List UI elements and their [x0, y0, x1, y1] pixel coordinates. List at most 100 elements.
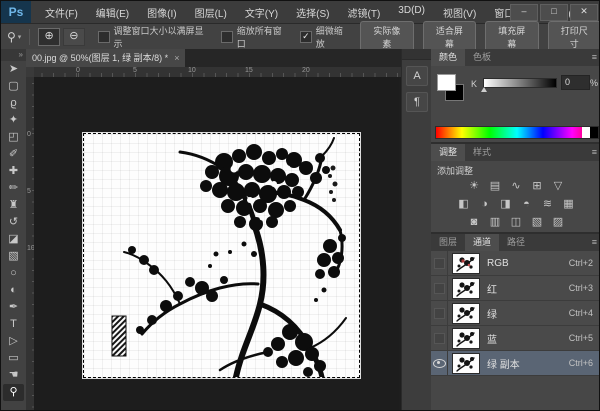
checkbox-box-checked[interactable]: ✓ — [299, 30, 312, 43]
dock-collapse-header[interactable] — [402, 49, 432, 60]
adj-color-lookup-icon[interactable]: ▦ — [561, 197, 576, 212]
menu-item-3d[interactable]: 3D(D) — [390, 2, 433, 23]
tab-color[interactable]: 颜色 — [431, 49, 466, 66]
tool-blur[interactable]: ○ — [3, 265, 24, 282]
visibility-toggle[interactable] — [431, 276, 448, 300]
toolbar-collapse-header[interactable]: » — [1, 49, 26, 61]
tab-layers[interactable]: 图层 — [431, 234, 465, 251]
minimize-button[interactable]: – — [510, 4, 538, 21]
tab-adjustments[interactable]: 调整 — [431, 144, 466, 161]
ruler-label: 0 — [27, 131, 31, 138]
document-image[interactable] — [83, 133, 360, 378]
checkbox-scrubby-zoom[interactable]: ✓ 细微缩放 — [299, 24, 351, 50]
tool-eyedropper[interactable]: ✐ — [3, 146, 24, 163]
tool-eraser[interactable]: ◪ — [3, 231, 24, 248]
tool-brush[interactable]: ✏ — [3, 180, 24, 197]
menu-item-edit[interactable]: 编辑(E) — [88, 2, 137, 23]
adj-brightness-contrast-icon[interactable]: ☀ — [467, 179, 482, 194]
channel-thumbnail — [452, 277, 480, 299]
channel-row-green[interactable]: 绿 Ctrl+4 — [431, 301, 599, 326]
adj-posterize-icon[interactable]: ▥ — [488, 215, 503, 230]
adj-black-white-icon[interactable]: ◨ — [498, 197, 513, 212]
menu-item-type[interactable]: 文字(Y) — [237, 2, 286, 23]
tool-gradient[interactable]: ▧ — [3, 248, 24, 265]
checkbox-box[interactable] — [220, 30, 233, 43]
character-panel-icon[interactable]: A — [406, 66, 428, 86]
tool-rectangle[interactable]: ▭ — [3, 350, 24, 367]
paragraph-panel-icon[interactable]: ¶ — [406, 92, 428, 112]
menu-item-filter[interactable]: 滤镜(T) — [340, 2, 389, 23]
channel-row-green-copy[interactable]: 绿 副本 Ctrl+6 — [431, 351, 599, 376]
panel-menu-icon[interactable]: ≡ — [592, 52, 597, 62]
tool-dodge[interactable]: ◐ — [3, 282, 24, 299]
tool-lasso[interactable]: ϱ — [3, 95, 24, 112]
checkbox-resize-windows[interactable]: 调整窗口大小以满屏显示 — [97, 24, 211, 50]
menu-item-layer[interactable]: 图层(L) — [187, 2, 235, 23]
tool-zoom[interactable]: ⚲ — [3, 384, 24, 401]
tab-paths[interactable]: 路径 — [499, 234, 533, 251]
menu-item-image[interactable]: 图像(I) — [139, 2, 184, 23]
channel-row-red[interactable]: 红 Ctrl+3 — [431, 276, 599, 301]
tab-close-icon[interactable]: × — [174, 49, 179, 67]
adj-photo-filter-icon[interactable]: ◓ — [519, 197, 534, 212]
visibility-toggle[interactable] — [431, 326, 448, 350]
panel-menu-icon[interactable]: ≡ — [592, 147, 597, 157]
channel-row-blue[interactable]: 蓝 Ctrl+5 — [431, 326, 599, 351]
ruler-label: 0 — [76, 67, 80, 74]
print-size-button[interactable]: 打印尺寸 — [547, 20, 599, 53]
foreground-color-swatch[interactable] — [437, 74, 456, 91]
close-button[interactable]: ✕ — [570, 4, 598, 21]
adj-threshold-icon[interactable]: ◫ — [509, 215, 524, 230]
actual-pixels-button[interactable]: 实际像素 — [360, 20, 414, 53]
checkbox-box[interactable] — [97, 30, 110, 43]
tool-crop[interactable]: ◰ — [3, 129, 24, 146]
visibility-toggle[interactable] — [431, 301, 448, 325]
eye-empty-box — [433, 307, 445, 319]
menu-item-view[interactable]: 视图(V) — [435, 2, 484, 23]
visibility-toggle[interactable] — [431, 251, 448, 275]
spectrum-black-swatch[interactable] — [590, 127, 598, 138]
tool-clone-stamp[interactable]: ♜ — [3, 197, 24, 214]
zoom-tool-icon[interactable]: ⚲ ▾ — [7, 30, 21, 44]
adj-channel-mixer-icon[interactable]: ≋ — [540, 197, 555, 212]
color-spectrum-ramp[interactable] — [435, 126, 599, 139]
visibility-toggle[interactable] — [431, 351, 448, 375]
document-tab[interactable]: 00.jpg @ 50%(图层 1, 绿 副本/8) * × — [26, 49, 186, 67]
adj-invert-icon[interactable]: ◙ — [467, 215, 482, 230]
tool-pen[interactable]: ✒ — [3, 299, 24, 316]
zoom-out-button[interactable]: ⊖ — [63, 27, 85, 46]
fit-screen-button[interactable]: 适合屏幕 — [422, 20, 477, 53]
tool-path-selection[interactable]: ▷ — [3, 333, 24, 350]
tab-channels[interactable]: 通道 — [465, 234, 500, 251]
adj-color-balance-icon[interactable]: ◑ — [477, 197, 492, 212]
adj-gradient-map-icon[interactable]: ▧ — [530, 215, 545, 230]
canvas-area[interactable] — [34, 77, 399, 410]
k-slider[interactable] — [481, 78, 557, 92]
k-value-field[interactable]: 0 — [561, 75, 590, 90]
channel-row-rgb[interactable]: RGB Ctrl+2 — [431, 251, 599, 276]
tool-spot-healing-brush[interactable]: ✚ — [3, 163, 24, 180]
adj-vibrance-icon[interactable]: ▽ — [551, 179, 566, 194]
adj-exposure-icon[interactable]: ⊞ — [530, 179, 545, 194]
tab-swatches[interactable]: 色板 — [465, 49, 499, 66]
maximize-button[interactable]: □ — [540, 4, 568, 21]
menu-item-select[interactable]: 选择(S) — [288, 2, 337, 23]
checkbox-zoom-all-windows[interactable]: 缩放所有窗口 — [220, 24, 290, 50]
k-slider-thumb[interactable] — [481, 87, 487, 92]
adj-hue-saturation-icon[interactable]: ◧ — [456, 197, 471, 212]
tab-styles[interactable]: 样式 — [465, 144, 499, 161]
tool-hand[interactable]: ☚ — [3, 367, 24, 384]
tool-history-brush[interactable]: ↺ — [3, 214, 24, 231]
tool-rectangular-marquee[interactable]: ▢ — [3, 78, 24, 95]
tool-quick-selection[interactable]: ✦ — [3, 112, 24, 129]
tool-move[interactable]: ➤ — [3, 61, 24, 78]
fill-screen-button[interactable]: 填充屏幕 — [485, 20, 539, 53]
adj-curves-icon[interactable]: ∿ — [509, 179, 524, 194]
spectrum-white-swatch[interactable] — [582, 127, 590, 138]
panel-menu-icon[interactable]: ≡ — [592, 237, 597, 247]
adj-selective-color-icon[interactable]: ▨ — [551, 215, 566, 230]
tool-type[interactable]: T — [3, 316, 24, 333]
adj-levels-icon[interactable]: ▤ — [488, 179, 503, 194]
zoom-in-button[interactable]: ⊕ — [38, 27, 60, 46]
menu-item-file[interactable]: 文件(F) — [37, 2, 86, 23]
